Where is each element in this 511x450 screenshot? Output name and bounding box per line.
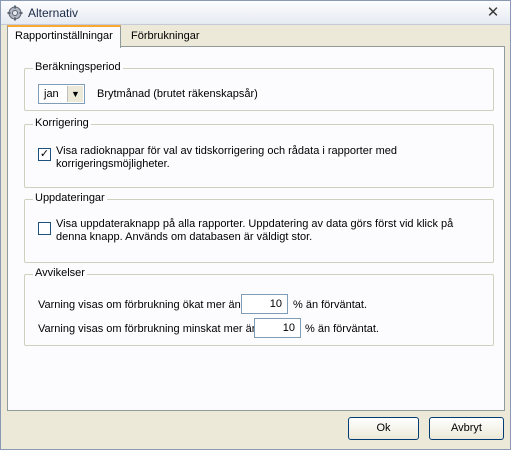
calculation-period-group: Beräkningsperiod jan ▼ Brytmånad (brutet… bbox=[24, 61, 494, 111]
month-select[interactable]: jan ▼ bbox=[38, 84, 85, 104]
window-title: Alternativ bbox=[28, 6, 79, 20]
cancel-button[interactable]: Avbryt bbox=[429, 417, 504, 440]
tab-forbrukningar[interactable]: Förbrukningar bbox=[117, 28, 206, 47]
decrease-label: Varning visas om förbrukning minskat mer… bbox=[38, 323, 258, 335]
increase-label: Varning visas om förbrukning ökat mer än bbox=[38, 299, 241, 311]
updates-checkbox[interactable] bbox=[38, 222, 51, 235]
increase-unit: % än förväntat. bbox=[293, 299, 367, 311]
correction-checkbox-label[interactable]: Visa radioknappar för val av tidskorrige… bbox=[56, 145, 476, 171]
decrease-unit: % än förväntat. bbox=[305, 323, 379, 335]
decrease-percent-input[interactable]: 10 bbox=[254, 318, 301, 338]
group-legend: Uppdateringar bbox=[33, 192, 107, 204]
chevron-down-icon[interactable]: ▼ bbox=[67, 86, 83, 102]
period-label: Brytmånad (brutet räkenskapsår) bbox=[97, 88, 258, 100]
updates-checkbox-label[interactable]: Visa uppdateraknapp på alla rapporter. U… bbox=[56, 218, 476, 244]
month-select-value: jan bbox=[44, 88, 59, 100]
close-icon[interactable]: ✕ bbox=[484, 4, 502, 22]
correction-checkbox[interactable]: ✓ bbox=[38, 148, 51, 161]
options-dialog: Alternativ ✕ Rapportinställningar Förbru… bbox=[0, 0, 511, 450]
deviations-group: Avvikelser Varning visas om förbrukning … bbox=[24, 267, 494, 346]
increase-percent-input[interactable]: 10 bbox=[241, 294, 288, 314]
group-legend: Korrigering bbox=[33, 117, 91, 129]
title-bar[interactable]: Alternativ ✕ bbox=[1, 1, 510, 25]
tab-rapportinstallningar[interactable]: Rapportinställningar bbox=[7, 25, 121, 48]
gear-icon bbox=[7, 5, 23, 21]
updates-group: Uppdateringar Visa uppdateraknapp på all… bbox=[24, 192, 494, 263]
correction-group: Korrigering ✓ Visa radioknappar för val … bbox=[24, 117, 494, 188]
tab-strip: Rapportinställningar Förbrukningar bbox=[7, 25, 505, 48]
group-legend: Avvikelser bbox=[33, 267, 87, 279]
tab-panel: Beräkningsperiod jan ▼ Brytmånad (brutet… bbox=[7, 46, 505, 411]
group-legend: Beräkningsperiod bbox=[33, 61, 123, 73]
ok-button[interactable]: Ok bbox=[348, 417, 419, 440]
